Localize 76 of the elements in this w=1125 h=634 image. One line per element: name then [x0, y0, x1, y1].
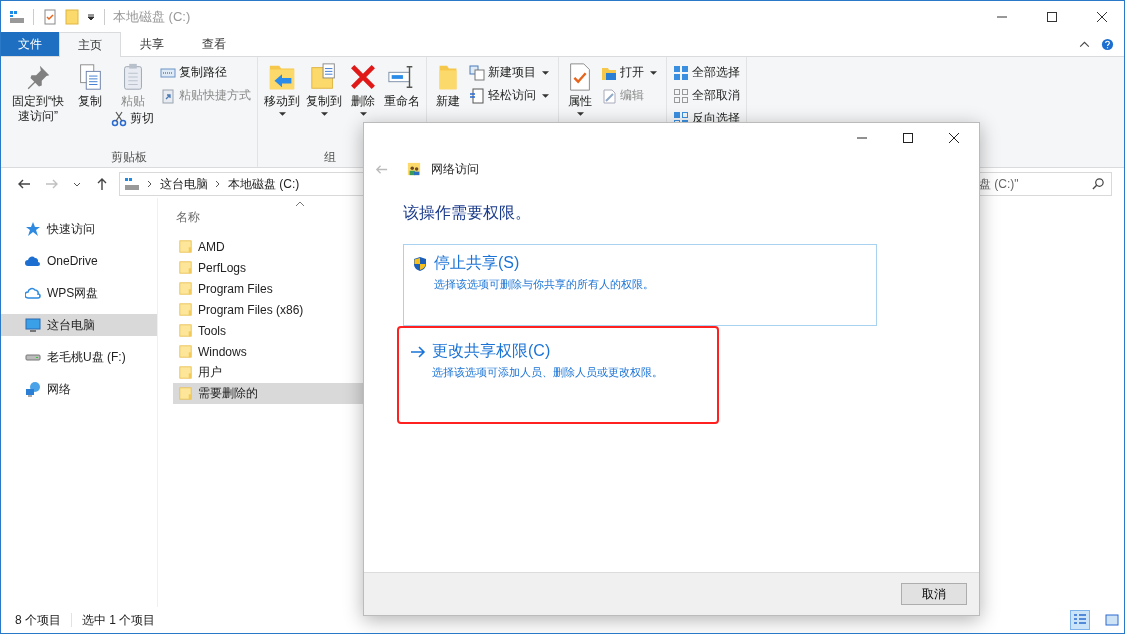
ribbon-tab[interactable]: 查看 — [183, 32, 245, 56]
window-title: 本地磁盘 (C:) — [113, 7, 191, 26]
navigation-item[interactable]: 快速访问 — [1, 218, 157, 240]
help-icon[interactable] — [1101, 37, 1114, 51]
star-icon — [25, 221, 41, 237]
ribbon-button[interactable]: 固定到“快速访问” — [5, 61, 71, 130]
drive-icon — [9, 8, 25, 25]
folder-icon — [179, 281, 192, 296]
delete-icon — [348, 62, 378, 92]
command-link[interactable]: 更改共享权限(C) 选择该选项可添加人员、删除人员或更改权限。 — [399, 328, 717, 422]
dialog-title: 网络访问 — [431, 160, 479, 178]
shortcut-icon — [160, 87, 176, 104]
file-row[interactable]: AMD — [173, 236, 369, 257]
command-link[interactable]: 停止共享(S) 选择该选项可删除与你共享的所有人的权限。 — [403, 244, 877, 326]
breadcrumb[interactable]: 本地磁盘 (C:) — [228, 175, 300, 193]
ribbon-button[interactable]: 全部选择 — [671, 61, 742, 84]
ribbon-button[interactable]: 复制 — [73, 61, 107, 130]
folder-icon — [179, 302, 192, 317]
ribbon-button[interactable]: 轻松访问 — [467, 84, 554, 107]
ribbon-button[interactable]: 复制路径 — [158, 61, 253, 84]
select-none-icon — [673, 87, 689, 104]
file-row[interactable]: 用户 — [173, 362, 369, 383]
column-header[interactable]: 名称 — [176, 208, 200, 226]
shield-icon — [412, 255, 428, 272]
select-all-icon — [673, 64, 689, 81]
ribbon-button[interactable]: 全部取消 — [671, 84, 742, 107]
folder-icon — [179, 260, 192, 275]
cancel-button[interactable]: 取消 — [901, 583, 967, 605]
ribbon-tab[interactable]: 共享 — [121, 32, 183, 56]
ribbon-button[interactable]: 新建项目 — [467, 61, 554, 84]
network-sharing-icon — [407, 162, 421, 176]
navigation-item[interactable]: WPS网盘 — [1, 282, 157, 304]
arrow-icon — [410, 343, 426, 360]
dialog-heading: 该操作需要权限。 — [403, 203, 532, 223]
properties-icon[interactable] — [42, 8, 58, 25]
search-icon — [1092, 177, 1105, 190]
scissors-icon — [111, 110, 127, 127]
sort-caret-icon — [295, 201, 305, 207]
ribbon-button[interactable]: 复制到 — [304, 61, 344, 130]
chevron-icon[interactable] — [214, 180, 222, 188]
ribbon-button[interactable]: 删除 — [346, 61, 380, 130]
ribbon-button[interactable]: 移动到 — [262, 61, 302, 130]
ribbon-tab[interactable]: 主页 — [59, 32, 121, 57]
file-row[interactable]: Program Files (x86) — [173, 299, 369, 320]
navigation-item[interactable]: 网络 — [1, 378, 157, 400]
details-view-icon[interactable] — [1070, 610, 1090, 630]
group-label: 剪贴板 — [110, 149, 148, 166]
navigation-item[interactable]: 老毛桃U盘 (F:) — [1, 346, 157, 368]
file-row[interactable]: Program Files — [173, 278, 369, 299]
status-text: 选中 1 个项目 — [82, 611, 156, 629]
folder-icon — [179, 365, 192, 380]
drive-icon — [124, 176, 140, 192]
breadcrumb[interactable]: 这台电脑 — [160, 175, 208, 193]
navigation-item[interactable]: 这台电脑 — [1, 314, 157, 336]
document-icon — [469, 87, 485, 104]
group-label: 组 — [323, 149, 337, 166]
new-item-icon — [469, 64, 485, 81]
file-row[interactable]: Tools — [173, 320, 369, 341]
ribbon-button[interactable]: 属性 — [563, 61, 597, 130]
folder-icon — [179, 239, 192, 254]
navigation-item[interactable]: OneDrive — [1, 250, 157, 272]
dropdown-icon[interactable] — [86, 11, 96, 22]
file-row[interactable]: PerfLogs — [173, 257, 369, 278]
ribbon-tab[interactable]: 文件 — [1, 32, 59, 56]
network-icon — [25, 381, 41, 397]
monitor-icon — [25, 317, 41, 333]
ribbon-button[interactable]: 剪切 — [109, 107, 156, 130]
folder-icon — [179, 323, 192, 338]
cloud-outline-icon — [25, 285, 41, 301]
status-text: 8 个项目 — [15, 611, 61, 629]
folder-icon — [179, 344, 192, 359]
file-row[interactable]: Windows — [173, 341, 369, 362]
chevron-icon[interactable] — [146, 180, 154, 188]
ribbon-button[interactable]: 打开 — [599, 61, 662, 84]
folder-icon — [179, 386, 192, 401]
edit-icon — [601, 87, 617, 104]
